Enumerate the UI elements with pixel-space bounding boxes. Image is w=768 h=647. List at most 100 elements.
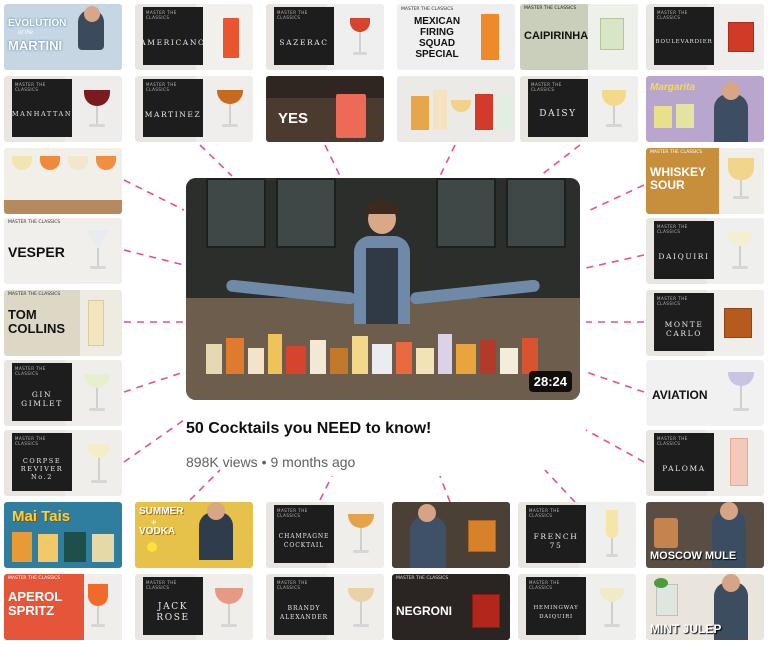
cocktail-name: MARTINEZ [144,110,202,119]
title-card: MASTER THE CLASSICS DAISY [528,79,588,137]
host-figure [354,200,410,324]
julep-cup-icon [656,584,678,616]
thumb-monte-carlo[interactable]: MASTER THE CLASSICS MONTE CARLO [646,290,764,356]
series-label: MASTER THE CLASSICS [657,296,688,306]
thumb-mai-tais[interactable]: Mai Tais [4,502,122,568]
thumb-boulevardier[interactable]: MASTER THE CLASSICS BOULEVARDIER [646,4,764,70]
glass-shape [411,96,429,130]
thumb-mexican-firing-squad-special[interactable]: MASTER THE CLASSICS MEXICAN FIRING SQUAD… [397,4,515,70]
glass-shape [654,106,672,128]
host-face [84,6,100,22]
copper-mug-icon [654,518,678,548]
meta-separator: • [261,454,267,470]
cocktail-name: DAIQUIRI [658,252,710,261]
cocktail-name: NEGRONI [396,604,453,618]
cocktail-name: BOULEVARDIER [655,39,713,45]
glass-shape [92,534,114,562]
thumb-brandy-alexander[interactable]: MASTER THE CLASSICS BRANDY ALEXANDER [266,574,384,640]
cocktail-array [206,328,560,384]
thumb-margarita[interactable]: Margarita [646,76,764,142]
title-card: MASTER THE CLASSICS CHAMPAGNE COCKTAIL [274,505,334,563]
thumb-title-line1: EVOLUTION [8,18,67,29]
glass-shape [12,532,32,562]
cocktail-name: SAZERAC [279,38,329,47]
series-label: MASTER THE CLASSICS [15,366,46,376]
title-card: MASTER THE CLASSICS FRENCH 75 [526,505,586,563]
cocktail-name: CHAMPAGNE COCKTAIL [278,532,330,549]
mint-icon [654,578,668,588]
cocktail-name: APEROL SPRITZ [8,589,63,618]
glass-shape [468,520,496,552]
thumb-vesper[interactable]: MASTER THE CLASSICS VESPER [4,218,122,284]
thumb-moscow-mule[interactable]: MOSCOW MULE [646,502,764,568]
cocktail-name: GIN GIMLET [21,389,63,408]
cocktail-name: DAISY [539,109,577,119]
glass-shape [96,156,116,170]
thumb-daisy[interactable]: MASTER THE CLASSICS DAISY [520,76,638,142]
thumb-french-75[interactable]: MASTER THE CLASSICS FRENCH 75 [518,502,636,568]
thumb-host-cocktail[interactable] [392,502,510,568]
thumb-evolution-of-the-martini[interactable]: EVOLUTION of the MARTINI [4,4,122,70]
cocktail-name: HEMINGWAY DAIQUIRI [533,604,579,620]
thumb-jack-rose[interactable]: MASTER THE CLASSICS JACK ROSE [135,574,253,640]
host-figure [714,94,748,142]
thumb-summer-vodka[interactable]: SUMMER + VODKA [135,502,253,568]
title-card: MASTER THE CLASSICS AMERICANO [140,7,206,65]
glass-shape [12,156,32,170]
thumb-cocktail-lineup[interactable] [397,76,515,142]
series-label: MASTER THE CLASSICS [657,224,688,234]
thumb-aviation[interactable]: AVIATION [646,360,764,426]
glass-shape [676,104,694,128]
glass-shape [68,156,88,170]
thumb-caipirinha[interactable]: MASTER THE CLASSICS CAIPIRINHA [520,4,638,70]
thumb-daiquiri[interactable]: MASTER THE CLASSICS DAIQUIRI [646,218,764,284]
series-label: MASTER THE CLASSICS [277,508,308,518]
upload-age: 9 months ago [270,454,356,470]
thumb-manhattan[interactable]: MASTER THE CLASSICS MANHATTAN [4,76,122,142]
cocktail-name: MANHATTAN [11,110,73,118]
title-card: MASTER THE CLASSICS SAZERAC [274,7,334,65]
cocktail-name: Margarita [650,82,696,93]
thumb-gin-gimlet[interactable]: MASTER THE CLASSICS GIN GIMLET [4,360,122,426]
cocktail-name: AVIATION [652,388,708,402]
thumb-negroni[interactable]: MASTER THE CLASSICS NEGRONI [392,574,510,640]
glass-shape [451,100,471,112]
title-card: MASTER THE CLASSICS BOULEVARDIER [654,7,714,65]
series-label: MASTER THE CLASSICS [146,10,177,20]
thumb-title-line3: MARTINI [8,38,63,53]
thumb-aperol-spritz[interactable]: MASTER THE CLASSICS APEROL SPRITZ [4,574,122,640]
video-thumbnail[interactable]: 28:24 [186,178,580,400]
cocktail-name: PALOMA [662,464,706,473]
view-count: 898K views [186,454,258,470]
thumb-sazerac[interactable]: MASTER THE CLASSICS SAZERAC [266,4,384,70]
series-label: MASTER THE CLASSICS [15,82,46,92]
thumb-paloma[interactable]: MASTER THE CLASSICS PALOMA [646,430,764,496]
thumb-mint-julep[interactable]: MINT JULEP [646,574,764,640]
series-label: MASTER THE CLASSICS [529,508,560,518]
thumb-hemingway-daiquiri[interactable]: MASTER THE CLASSICS HEMINGWAY DAIQUIRI [518,574,636,640]
cocktail-name: CAIPIRINHA [524,30,589,42]
host-face [207,502,225,520]
cocktail-name: JACK ROSE [156,601,190,623]
title-card: MASTER THE CLASSICS GIN GIMLET [12,363,72,421]
series-label: MASTER THE CLASSICS [657,436,688,446]
thumb-yes[interactable]: YES [266,76,384,142]
cocktail-name: AMERICANO [140,38,206,47]
thumb-americano[interactable]: MASTER THE CLASSICS AMERICANO [135,4,253,70]
thumb-martinez[interactable]: MASTER THE CLASSICS MARTINEZ [135,76,253,142]
thumb-whiskey-sour[interactable]: MASTER THE CLASSICS WHISKEY SOUR [646,148,764,214]
series-label: MASTER THE CLASSICS [277,10,308,20]
cocktail-name: VESPER [8,244,65,260]
host-face [418,504,436,522]
cocktail-name: MINT JULEP [650,622,722,636]
thumb-champagne-cocktail[interactable]: MASTER THE CLASSICS CHAMPAGNE COCKTAIL [266,502,384,568]
title-card: MASTER THE CLASSICS DAIQUIRI [654,221,714,279]
video-title[interactable]: 50 Cocktails you NEED to know! [186,420,431,438]
thumb-corpse-reviver-no2[interactable]: MASTER THE CLASSICS CORPSE REVIVER No.2 [4,430,122,496]
cocktail-name: TOM COLLINS [8,307,66,336]
cocktail-name: CORPSE REVIVER No.2 [20,456,64,481]
thumb-tom-collins[interactable]: MASTER THE CLASSICS TOM COLLINS [4,290,122,356]
thumb-sour-lineup[interactable] [4,148,122,214]
title-card: MASTER THE CLASSICS MARTINEZ [143,79,203,137]
host-figure [410,516,446,568]
